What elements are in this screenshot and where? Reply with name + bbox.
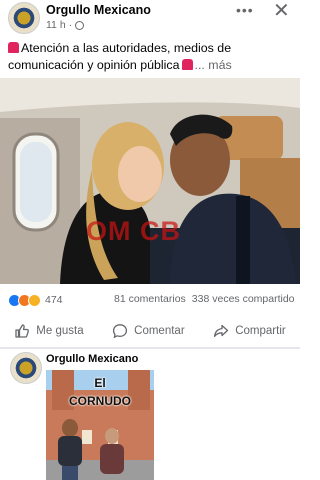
next-post-avatar[interactable] (10, 352, 42, 384)
post-author[interactable]: Orgullo Mexicano (46, 3, 151, 17)
post-caption: Atención a las autoridades, medios de co… (8, 40, 296, 74)
shares-count[interactable]: 338 veces compartido (192, 293, 295, 305)
close-icon[interactable]: ✕ (273, 0, 290, 23)
post-stats: 81 comentarios 338 veces compartido (114, 293, 295, 305)
share-arrow-icon (214, 324, 229, 338)
next-post-photo[interactable]: El CORNUDO (46, 370, 154, 480)
page-avatar[interactable] (8, 2, 40, 34)
post-header: Orgullo Mexicano 11 h · ••• ✕ (0, 0, 300, 36)
post-actions: Me gusta Comentar Compartir (0, 318, 300, 344)
globe-icon (75, 20, 85, 30)
overlay-text-line1: El (94, 376, 106, 390)
photo-illustration (0, 78, 300, 284)
like-button[interactable]: Me gusta (14, 323, 84, 339)
overlay-text-line2: CORNUDO (69, 394, 131, 408)
like-label: Me gusta (36, 325, 84, 337)
watermark-text: OM CB (86, 216, 181, 246)
feed-separator (0, 347, 300, 349)
thumbs-up-icon (15, 324, 30, 338)
share-label: Compartir (235, 325, 286, 337)
comment-bubble-icon (113, 324, 128, 339)
post-photo[interactable]: OM CB (0, 78, 300, 284)
comment-button[interactable]: Comentar (112, 323, 185, 339)
comment-label: Comentar (134, 325, 185, 337)
comments-count[interactable]: 81 comentarios (114, 293, 186, 305)
reactions-summary[interactable]: 474 (8, 292, 63, 308)
siren-icon (181, 59, 193, 70)
siren-icon (8, 42, 19, 53)
see-more-link[interactable]: ... más (195, 58, 232, 72)
post-meta: 11 h · (46, 19, 85, 31)
reactions-count: 474 (45, 294, 63, 306)
next-post-author[interactable]: Orgullo Mexicano (46, 353, 138, 365)
wow-reaction-icon (28, 293, 41, 307)
more-options-button[interactable]: ••• (236, 2, 254, 18)
post-time[interactable]: 11 h (46, 19, 66, 31)
share-button[interactable]: Compartir (213, 323, 286, 339)
